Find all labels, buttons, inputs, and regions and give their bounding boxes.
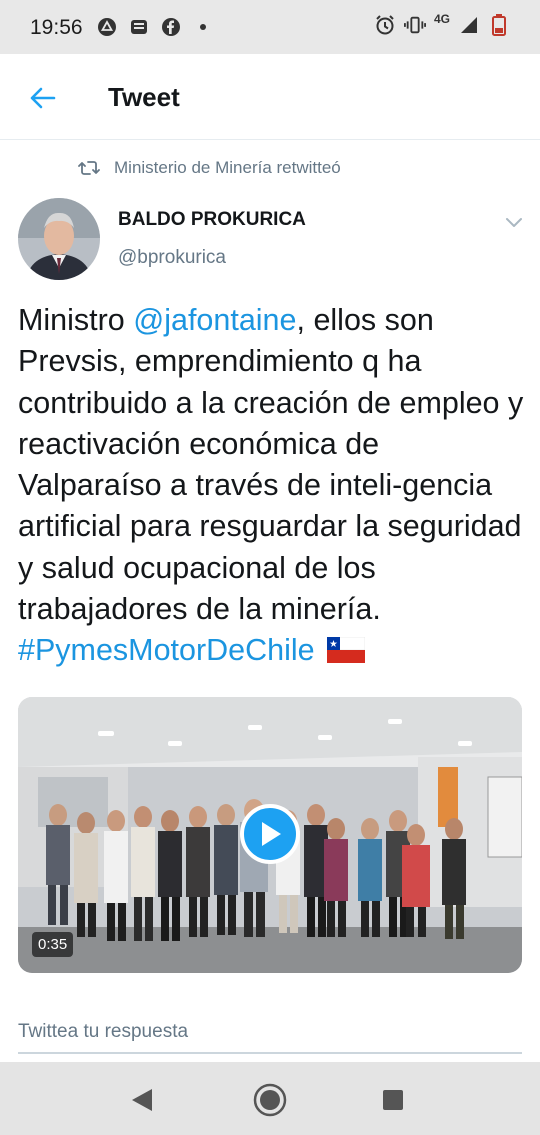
tweet-text-part-1: Ministro [18, 303, 134, 337]
drive-icon [96, 16, 118, 38]
mention-link[interactable]: @jafontaine [133, 303, 296, 337]
play-button[interactable] [240, 804, 300, 864]
author-handle[interactable]: @bprokurica [118, 247, 226, 269]
system-nav-bar [0, 1062, 540, 1135]
back-triangle-icon [132, 1089, 152, 1111]
signal-icon [458, 14, 480, 36]
video-player[interactable]: 0:35 [18, 697, 522, 973]
video-duration: 0:35 [32, 932, 74, 957]
app-header: Tweet [0, 54, 540, 140]
hashtag-link[interactable]: #PymesMotorDeChile [18, 633, 315, 667]
status-bar: 19:56 4G [0, 0, 540, 54]
tweet-text-part-2: , ellos son Prevsis, emprendimiento q ha… [18, 303, 524, 627]
chevron-down-icon [506, 218, 522, 227]
reply-input[interactable] [18, 1012, 522, 1054]
retweet-label: Ministerio de Minería retwitteó [114, 158, 341, 177]
news-icon [128, 16, 150, 38]
retweet-icon [78, 161, 100, 175]
retweet-context[interactable]: Ministerio de Minería retwitteó [78, 158, 341, 178]
home-circle-icon [253, 1083, 287, 1117]
network-type: 4G [433, 12, 450, 26]
alarm-icon [374, 14, 396, 36]
battery-icon [488, 14, 510, 36]
play-icon [262, 822, 281, 846]
dot-icon [192, 16, 214, 38]
status-time: 19:56 [30, 16, 83, 39]
avatar[interactable] [18, 198, 100, 280]
back-button[interactable] [22, 78, 62, 118]
nav-back-button[interactable] [122, 1080, 162, 1120]
tweet-options-button[interactable] [502, 210, 526, 234]
nav-home-button[interactable] [250, 1080, 290, 1120]
notification-icons [96, 16, 214, 38]
page-title: Tweet [108, 82, 180, 112]
author-name[interactable]: BALDO PROKURICA [118, 209, 306, 231]
arrow-left-icon [30, 87, 56, 109]
system-icons: 4G [374, 12, 510, 36]
tweet-text: Ministro @jafontaine, ellos son Prevsis,… [18, 300, 528, 672]
facebook-icon [160, 16, 182, 38]
nav-recents-button[interactable] [373, 1080, 413, 1120]
chile-flag-icon [326, 633, 366, 664]
recents-square-icon [383, 1090, 403, 1110]
vibrate-icon [403, 14, 426, 36]
